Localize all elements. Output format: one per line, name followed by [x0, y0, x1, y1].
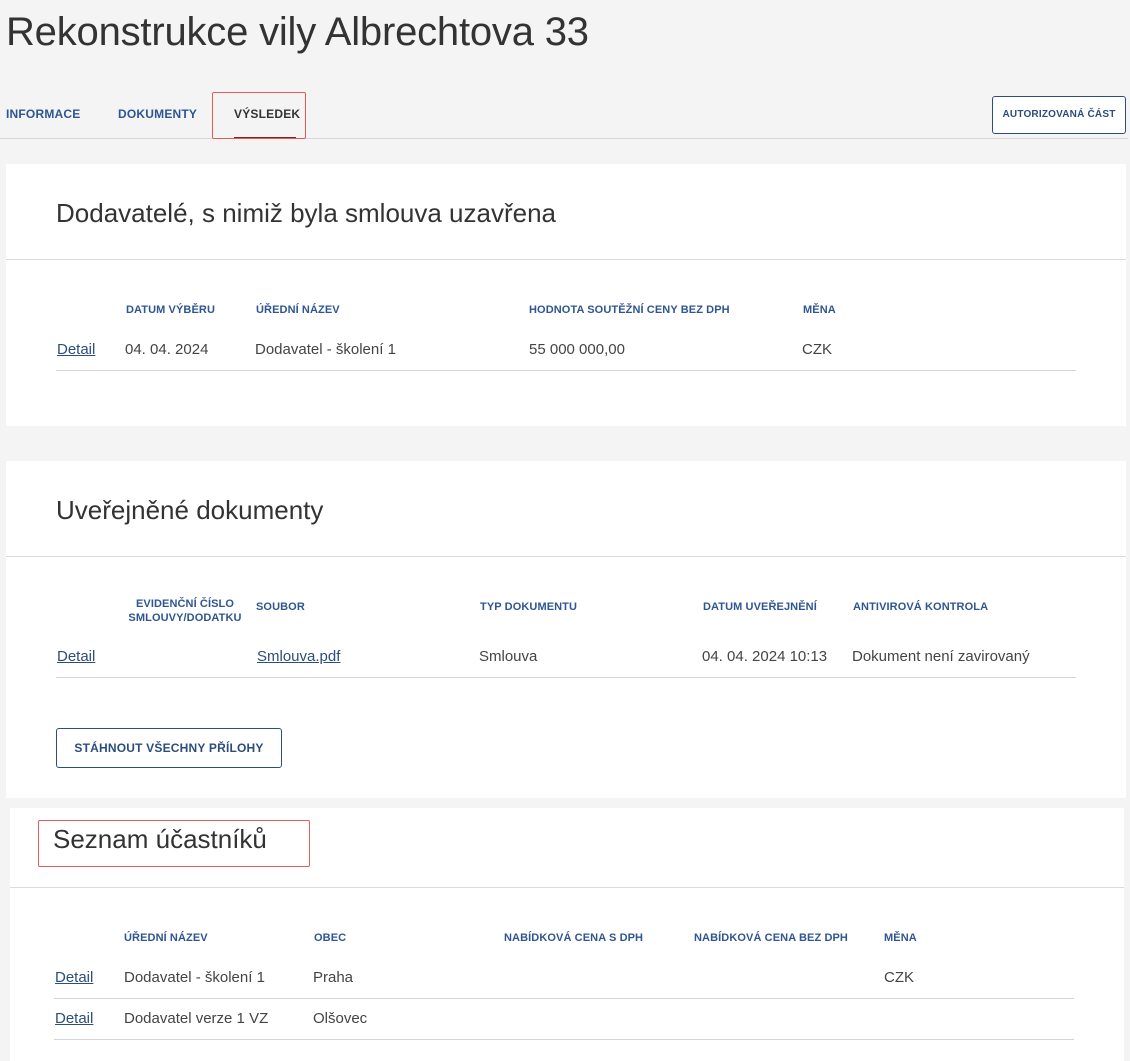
divider [6, 556, 1126, 557]
row-divider [54, 1039, 1074, 1040]
column-header-published: DATUM UVEŘEJNĚNÍ [703, 601, 817, 613]
column-header-date: DATUM VÝBĚRU [126, 304, 215, 316]
cell-name: Dodavatel verze 1 VZ [124, 1010, 269, 1027]
detail-link[interactable]: Detail [57, 648, 95, 665]
cell-city: Olšovec [313, 1010, 368, 1027]
column-header-file: SOUBOR [256, 601, 305, 613]
divider [6, 259, 1126, 260]
tab-bar: INFORMACE DOKUMENTY VÝSLEDEK AUTORIZOVAN… [0, 92, 1128, 139]
page-title: Rekonstrukce vily Albrechtova 33 [6, 10, 589, 54]
cell-antivirus: Dokument není zavirovaný [852, 648, 1030, 665]
download-all-attachments-button[interactable]: STÁHNOUT VŠECHNY PŘÍLOHY [56, 728, 282, 768]
cell-date: 04. 04. 2024 [125, 341, 209, 358]
cell-city: Praha [313, 969, 354, 986]
row-divider [56, 370, 1076, 371]
column-header-value: HODNOTA SOUTĚŽNÍ CENY BEZ DPH [529, 304, 730, 316]
column-header-price-novat: NABÍDKOVÁ CENA BEZ DPH [694, 932, 848, 944]
column-header-doc-type: TYP DOKUMENTU [480, 601, 578, 613]
tab-highlight-box [212, 92, 306, 139]
title-highlight-box [38, 820, 310, 867]
detail-link[interactable]: Detail [57, 341, 95, 358]
cell-currency: CZK [802, 341, 832, 358]
column-header-contract-number: EVIDENČNÍ ČÍSLO SMLOUVY/DODATKU [128, 598, 242, 624]
column-header-currency: MĚNA [803, 304, 836, 316]
column-header-city: OBEC [314, 932, 347, 944]
column-header-name: ÚŘEDNÍ NÁZEV [124, 932, 208, 944]
cell-published: 04. 04. 2024 10:13 [702, 648, 828, 665]
cell-name: Dodavatel - školení 1 [124, 969, 265, 986]
file-link[interactable]: Smlouva.pdf [257, 648, 340, 665]
authorized-section-button[interactable]: AUTORIZOVANÁ ČÁST [992, 96, 1126, 134]
participants-card: Seznam účastníků ÚŘEDNÍ NÁZEV OBEC NABÍD… [10, 808, 1124, 1061]
documents-card: Uveřejněné dokumenty EVIDENČNÍ ČÍSLO SML… [6, 461, 1126, 798]
column-header-name: ÚŘEDNÍ NÁZEV [256, 304, 340, 316]
suppliers-card: Dodavatelé, s nimiž byla smlouva uzavřen… [6, 164, 1126, 426]
tab-dokumenty[interactable]: DOKUMENTY [118, 92, 197, 139]
divider [10, 887, 1124, 888]
cell-currency: CZK [884, 969, 914, 986]
column-header-currency: MĚNA [884, 932, 917, 944]
column-header-antivirus: ANTIVIROVÁ KONTROLA [853, 601, 989, 613]
cell-name: Dodavatel - školení 1 [255, 341, 396, 358]
row-divider [54, 998, 1074, 999]
documents-title: Uveřejněné dokumenty [56, 495, 324, 525]
row-divider [56, 677, 1076, 678]
cell-doc-type: Smlouva [479, 648, 538, 665]
detail-link[interactable]: Detail [55, 969, 93, 986]
column-header-price-vat: NABÍDKOVÁ CENA S DPH [504, 932, 644, 944]
tab-informace[interactable]: INFORMACE [6, 92, 80, 139]
detail-link[interactable]: Detail [55, 1010, 93, 1027]
cell-value: 55 000 000,00 [529, 341, 625, 358]
suppliers-title: Dodavatelé, s nimiž byla smlouva uzavřen… [56, 198, 557, 228]
